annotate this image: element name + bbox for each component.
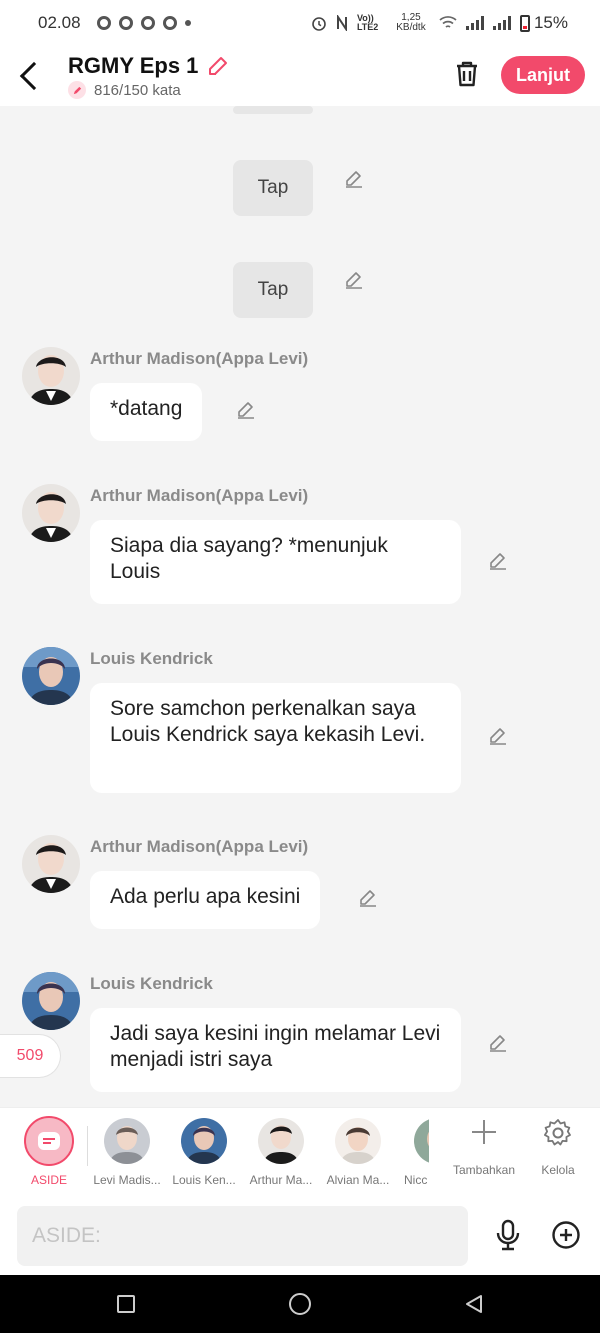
divider bbox=[87, 1126, 88, 1166]
character-nicc[interactable]: Nicc bbox=[399, 1118, 429, 1187]
app-header: RGMY Eps 1 816/150 kata Lanjut bbox=[0, 46, 600, 106]
home-icon[interactable] bbox=[289, 1293, 311, 1315]
character-avatar bbox=[335, 1118, 381, 1164]
sender-name: Arthur Madison(Appa Levi) bbox=[90, 486, 309, 505]
tap-block[interactable]: Tap bbox=[233, 160, 313, 216]
add-label: Tambahkan bbox=[452, 1163, 516, 1177]
battery-icon bbox=[519, 14, 530, 32]
avatar-louis[interactable] bbox=[22, 647, 80, 705]
character-avatar bbox=[104, 1118, 150, 1164]
character-name: Arthur Ma... bbox=[249, 1173, 313, 1187]
character-avatar bbox=[181, 1118, 227, 1164]
avatar-louis[interactable] bbox=[22, 972, 80, 1030]
episode-title: RGMY Eps 1 bbox=[68, 53, 199, 78]
status-bar: 02.08 Vo)) LTE2 1,25 KB/dtk 15% bbox=[0, 0, 600, 46]
more-dot-icon bbox=[184, 20, 191, 26]
message-bubble[interactable]: Jadi saya kesini ingin melamar Levi menj… bbox=[90, 1008, 461, 1092]
plus-icon bbox=[472, 1120, 496, 1144]
status-time: 02.08 bbox=[38, 13, 81, 32]
chrome-icon bbox=[118, 16, 133, 30]
character-avatar bbox=[258, 1118, 304, 1164]
edit-message-icon[interactable] bbox=[343, 168, 365, 190]
character-name: Nicc bbox=[404, 1173, 428, 1187]
character-alvian[interactable]: Alvian Ma... bbox=[322, 1118, 394, 1187]
word-counter-badge[interactable]: 509 bbox=[0, 1034, 61, 1078]
tap-block[interactable] bbox=[233, 106, 313, 114]
chat-message: Arthur Madison(Appa Levi) Ada perlu apa … bbox=[22, 835, 582, 935]
message-bubble[interactable]: Ada perlu apa kesini bbox=[90, 871, 321, 929]
aside-icon bbox=[38, 1132, 60, 1150]
message-bubble[interactable]: *datang bbox=[90, 383, 203, 441]
back-arrow-icon[interactable] bbox=[19, 61, 49, 91]
character-name: Louis Ken... bbox=[172, 1173, 236, 1187]
word-count: 816/150 kata bbox=[94, 81, 181, 99]
chrome-icon bbox=[162, 16, 177, 30]
volte-label: Vo)) LTE2 bbox=[356, 13, 379, 32]
chat-message: Arthur Madison(Appa Levi) Siapa dia saya… bbox=[22, 484, 582, 604]
chat-area: Tap Tap Arthur Madison(Appa Levi) *datan… bbox=[0, 106, 600, 1107]
microphone-icon[interactable] bbox=[494, 1219, 522, 1251]
gear-icon bbox=[544, 1119, 571, 1146]
character-levi[interactable]: Levi Madis... bbox=[91, 1118, 163, 1187]
chat-message: Louis Kendrick Sore samchon perkenalkan … bbox=[22, 647, 582, 797]
edit-message-icon[interactable] bbox=[235, 399, 257, 421]
word-count-icon bbox=[68, 81, 86, 99]
avatar-arthur[interactable] bbox=[22, 484, 80, 542]
net-speed: 1,25 KB/dtk bbox=[396, 12, 426, 33]
alarm-icon bbox=[312, 17, 326, 31]
delete-icon[interactable] bbox=[454, 60, 480, 88]
character-louis[interactable]: Louis Ken... bbox=[168, 1118, 240, 1187]
character-name: Alvian Ma... bbox=[326, 1173, 390, 1187]
aside-button[interactable] bbox=[24, 1116, 74, 1166]
edit-title-icon[interactable] bbox=[206, 54, 230, 78]
edit-message-icon[interactable] bbox=[357, 887, 379, 909]
message-bubble[interactable]: Siapa dia sayang? *menunjuk Louis bbox=[90, 520, 461, 604]
manage-button[interactable]: Kelola bbox=[518, 1118, 598, 1177]
wifi-icon bbox=[439, 16, 457, 28]
edit-message-icon[interactable] bbox=[343, 269, 365, 291]
edit-message-icon[interactable] bbox=[487, 725, 509, 747]
sender-name: Louis Kendrick bbox=[90, 974, 213, 993]
aside-label: ASIDE bbox=[30, 1173, 67, 1187]
next-button[interactable]: Lanjut bbox=[501, 56, 585, 94]
sender-name: Louis Kendrick bbox=[90, 649, 213, 668]
add-character-button[interactable]: Tambahkan bbox=[444, 1118, 524, 1177]
aside-input[interactable] bbox=[17, 1206, 468, 1266]
message-bubble[interactable]: Sore samchon perkenalkan saya Louis Kend… bbox=[90, 683, 461, 793]
character-avatar bbox=[414, 1118, 429, 1164]
input-bar bbox=[0, 1197, 600, 1275]
character-name: Levi Madis... bbox=[93, 1173, 161, 1187]
add-circle-icon[interactable] bbox=[551, 1220, 581, 1250]
notification-icons bbox=[96, 16, 191, 30]
chat-message: Arthur Madison(Appa Levi) *datang bbox=[22, 347, 582, 447]
sender-name: Arthur Madison(Appa Levi) bbox=[90, 837, 309, 856]
character-bar: ASIDE Levi Madis... Louis Ken... Arthur … bbox=[0, 1107, 600, 1197]
recent-apps-icon[interactable] bbox=[117, 1295, 135, 1313]
system-nav-bar bbox=[0, 1275, 600, 1333]
nfc-icon bbox=[336, 15, 347, 31]
battery-level: 15% bbox=[533, 13, 568, 32]
back-nav-icon[interactable] bbox=[463, 1293, 485, 1315]
avatar-arthur[interactable] bbox=[22, 347, 80, 405]
sender-name: Arthur Madison(Appa Levi) bbox=[90, 349, 309, 368]
chat-message: Louis Kendrick Jadi saya kesini ingin me… bbox=[22, 972, 582, 1094]
edit-message-icon[interactable] bbox=[487, 550, 509, 572]
tap-block[interactable]: Tap bbox=[233, 262, 313, 318]
chrome-icon bbox=[140, 16, 155, 30]
signal-icon bbox=[492, 16, 511, 30]
signal-icon bbox=[465, 16, 484, 30]
manage-label: Kelola bbox=[541, 1163, 575, 1177]
avatar-arthur[interactable] bbox=[22, 835, 80, 893]
edit-message-icon[interactable] bbox=[487, 1032, 509, 1054]
character-arthur[interactable]: Arthur Ma... bbox=[245, 1118, 317, 1187]
chrome-icon bbox=[96, 16, 111, 30]
